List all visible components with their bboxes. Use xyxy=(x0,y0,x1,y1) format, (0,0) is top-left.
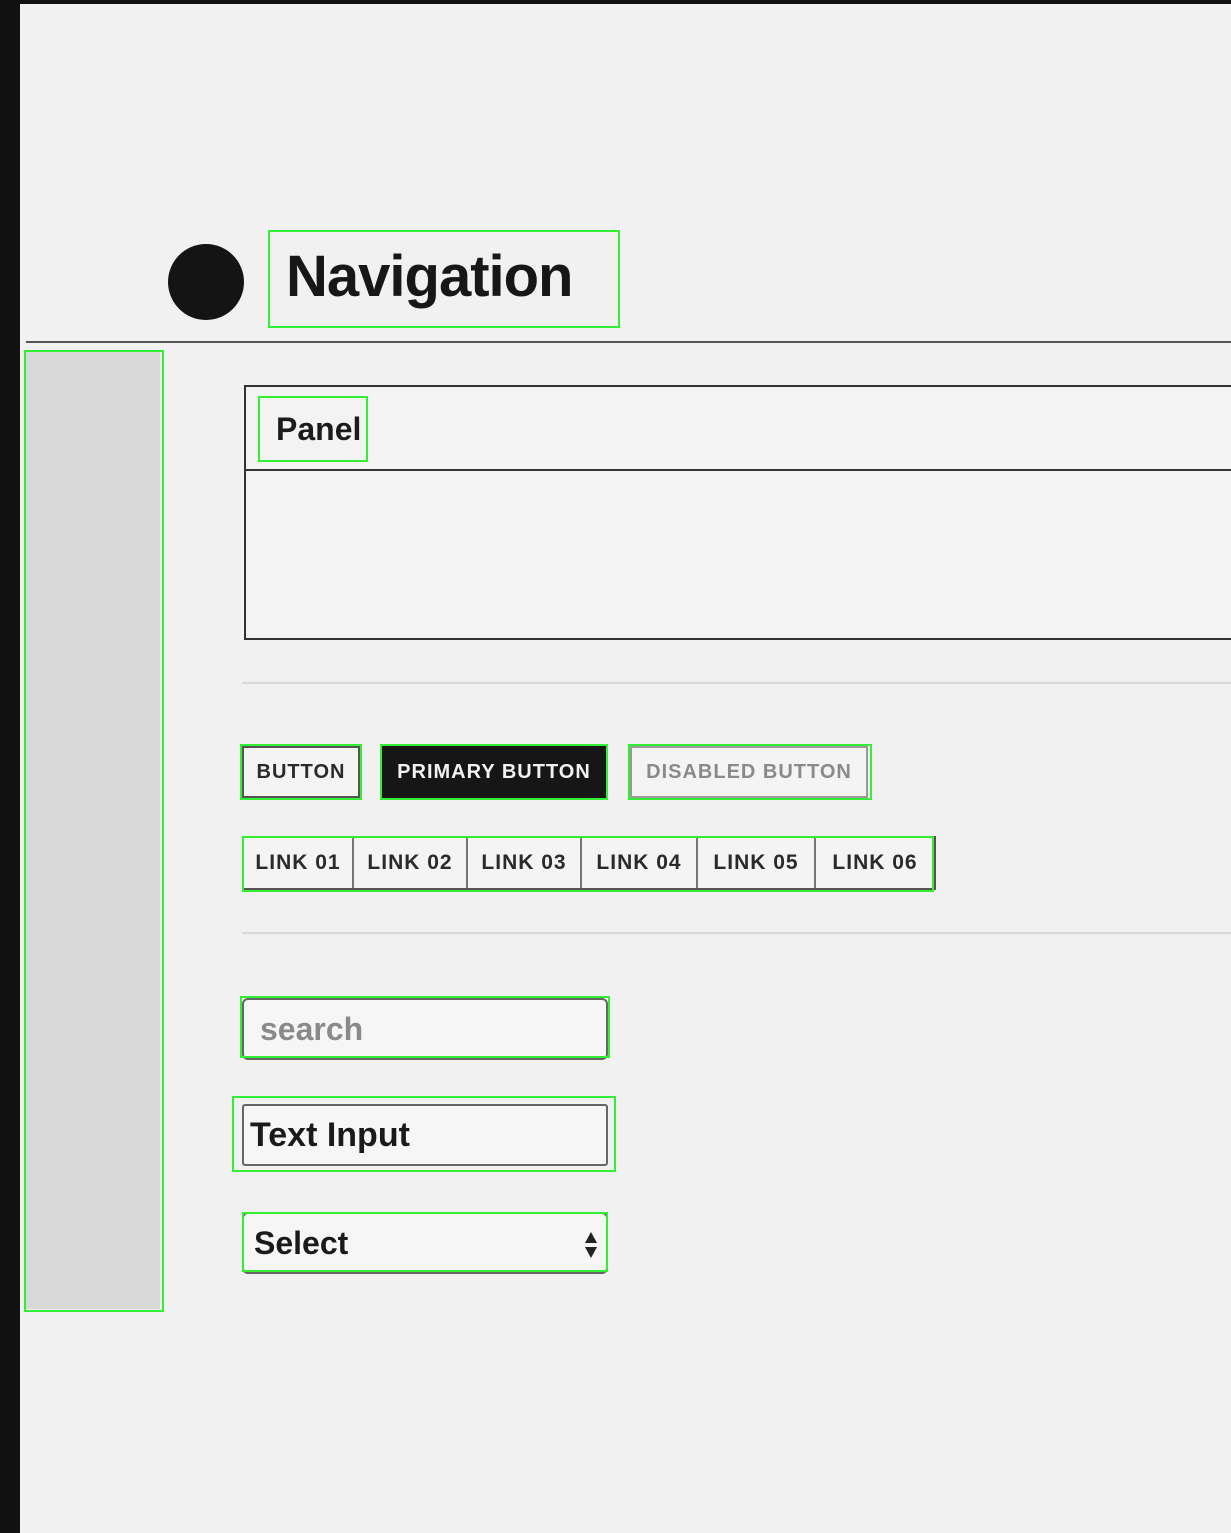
header-divider xyxy=(26,341,1231,343)
text-input-value: Text Input xyxy=(250,1115,410,1154)
logo xyxy=(168,244,244,320)
primary-button[interactable]: PRIMARY BUTTON xyxy=(382,746,606,798)
search-placeholder: search xyxy=(260,1010,364,1047)
section-divider xyxy=(242,682,1231,684)
select-value: Select xyxy=(254,1224,349,1261)
text-input[interactable]: Text Input xyxy=(242,1104,608,1166)
link-03[interactable]: LINK 03 xyxy=(468,838,582,888)
select-arrows-icon xyxy=(585,1232,597,1258)
default-button[interactable]: BUTTON xyxy=(242,746,360,798)
disabled-button: DISABLED BUTTON xyxy=(630,746,868,798)
link-06[interactable]: LINK 06 xyxy=(816,838,934,888)
page-background xyxy=(20,4,1231,1533)
page-title: Navigation xyxy=(286,244,573,309)
panel: Panel xyxy=(244,385,1231,640)
panel-header: Panel xyxy=(246,387,1231,471)
sidebar xyxy=(24,351,160,1309)
select-dropdown[interactable]: Select xyxy=(242,1212,608,1274)
link-05[interactable]: LINK 05 xyxy=(698,838,816,888)
section-divider xyxy=(242,932,1231,934)
search-input[interactable]: search xyxy=(242,998,608,1060)
panel-title: Panel xyxy=(276,411,362,447)
link-04[interactable]: LINK 04 xyxy=(582,838,698,888)
link-01[interactable]: LINK 01 xyxy=(244,838,354,888)
link-02[interactable]: LINK 02 xyxy=(354,838,468,888)
link-group: LINK 01 LINK 02 LINK 03 LINK 04 LINK 05 … xyxy=(242,836,936,890)
